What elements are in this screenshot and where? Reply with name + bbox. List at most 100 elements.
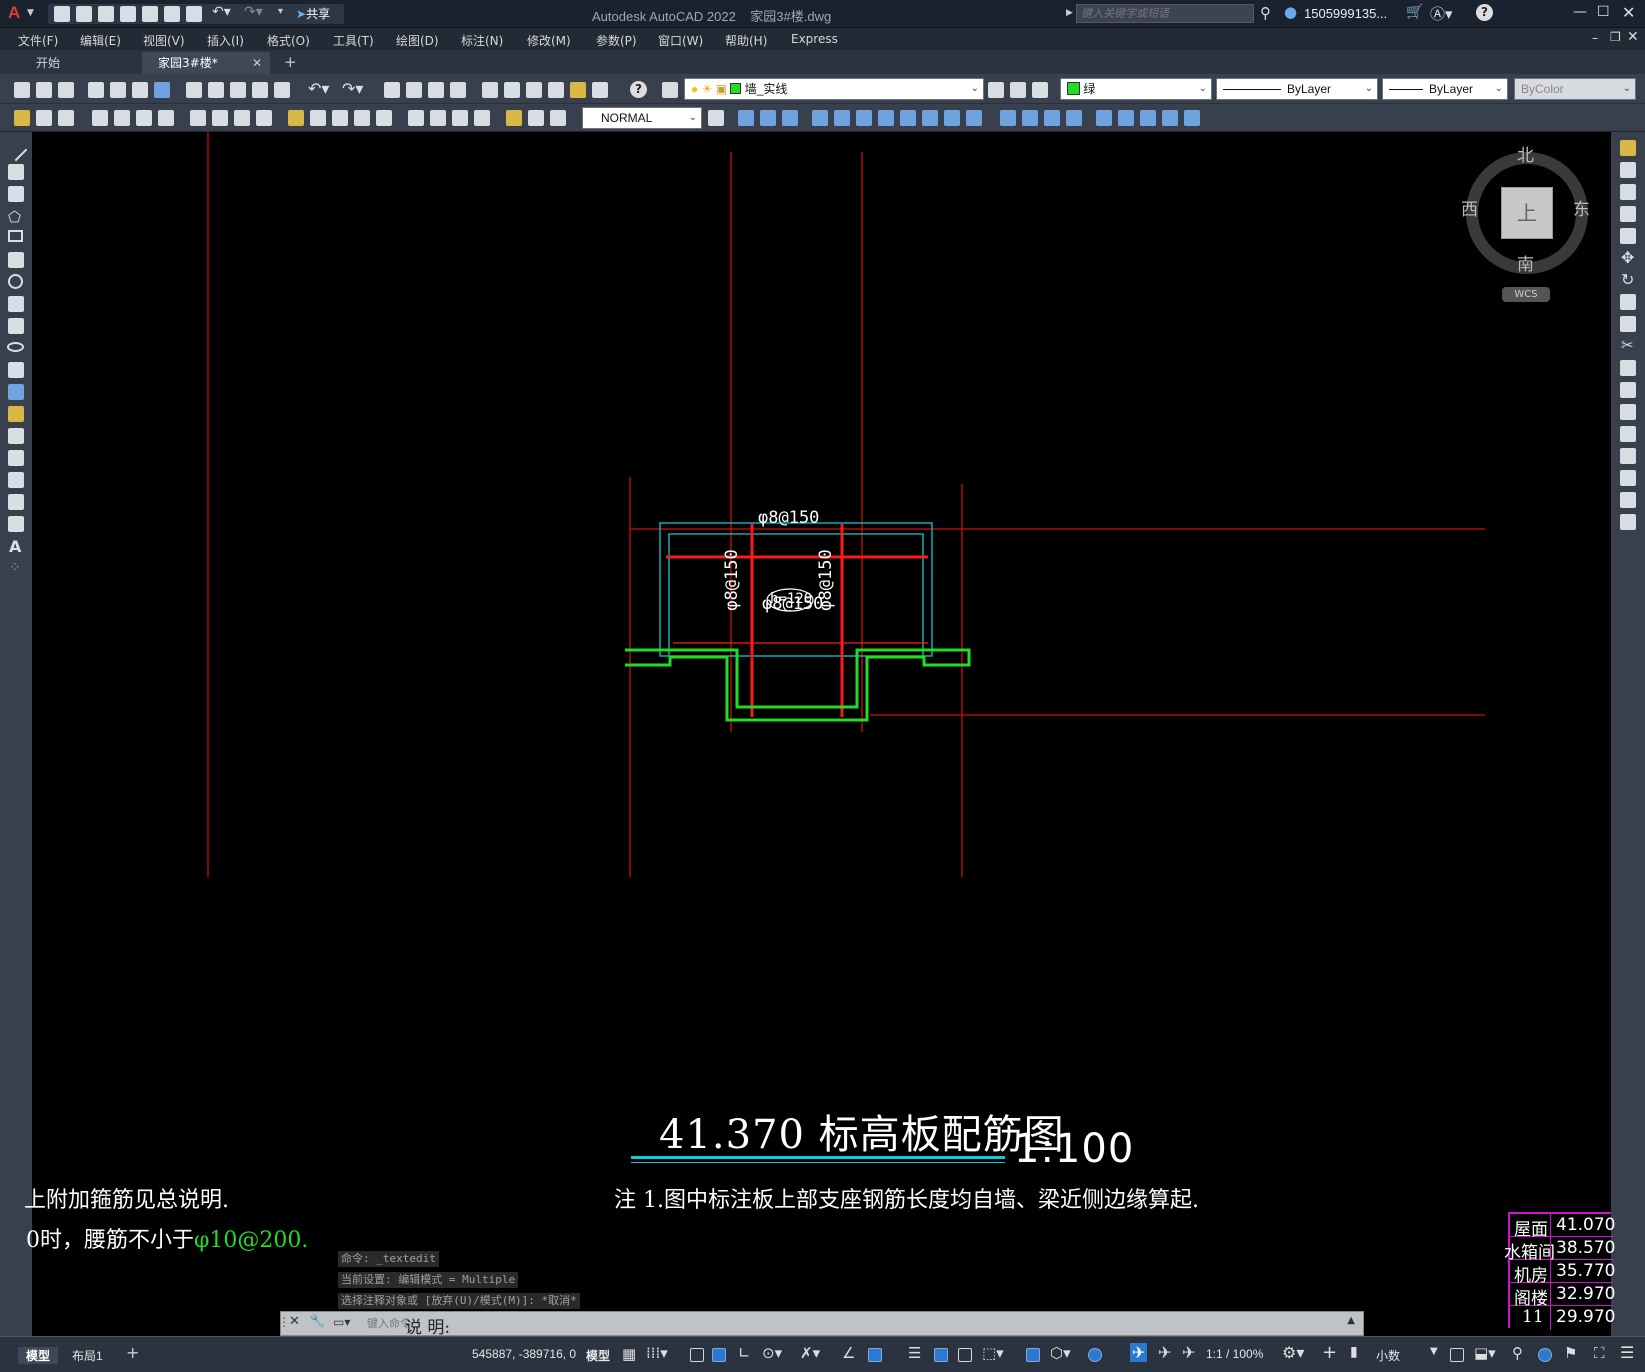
zoom-window-icon[interactable] <box>428 82 444 98</box>
doc-restore-button[interactable]: ❐ <box>1610 30 1621 44</box>
join-icon[interactable] <box>1620 426 1636 442</box>
dim-style-override-icon[interactable] <box>708 110 724 126</box>
publish-icon[interactable] <box>132 82 148 98</box>
coordinates-readout[interactable]: 545887, -389716, 0 <box>472 1347 576 1361</box>
help-icon[interactable]: ? <box>630 81 647 98</box>
help-icon[interactable]: ? <box>1476 4 1493 21</box>
line-icon[interactable] <box>4 138 28 162</box>
wcs-button[interactable]: WCS <box>1502 287 1550 302</box>
isolate-objects-icon[interactable]: ⚲ <box>1512 1344 1523 1362</box>
layer-states-icon[interactable] <box>1032 82 1048 98</box>
explode-icon[interactable] <box>1620 514 1636 530</box>
cut-icon[interactable] <box>186 82 202 98</box>
elevation-table[interactable]: 屋面 41.070 水箱间 38.570 机房 35.770 阁楼 32.970… <box>1504 1212 1615 1330</box>
undo-icon[interactable]: ↶▾ <box>308 79 329 98</box>
tolerance-icon[interactable] <box>408 110 424 126</box>
multiline-text-icon[interactable]: A <box>9 537 21 556</box>
units-icon[interactable]: ▮ <box>1350 1344 1358 1360</box>
layout-tab-layout1[interactable]: 布局1 <box>72 1347 103 1364</box>
layer-freeze-icon[interactable]: ☀ <box>702 82 713 96</box>
center-mark-icon[interactable] <box>430 110 446 126</box>
construction-line-icon[interactable] <box>8 164 24 180</box>
object-snap-icon[interactable] <box>868 1348 882 1362</box>
units-dropdown[interactable]: 小数 <box>1376 1347 1400 1364</box>
section-icon[interactable] <box>1184 110 1200 126</box>
menu-parametric[interactable]: 参数(P) <box>596 32 637 49</box>
make-layer-current-icon[interactable] <box>988 82 1004 98</box>
menu-file[interactable]: 文件(F) <box>18 32 58 49</box>
rectangle-icon[interactable] <box>8 230 23 242</box>
dynamic-ucs-icon[interactable] <box>1026 1348 1040 1362</box>
view-cube-top-face[interactable]: 上 <box>1501 187 1553 239</box>
auto-scale-icon[interactable]: ✈ <box>1158 1343 1171 1362</box>
move-faces-icon[interactable] <box>834 110 850 126</box>
gradient-icon[interactable] <box>8 472 24 488</box>
imprint-icon[interactable] <box>1044 110 1060 126</box>
rebar-label-right[interactable]: φ8@150 <box>816 547 836 613</box>
copy-faces-icon[interactable] <box>944 110 960 126</box>
rebar-label-left[interactable]: φ8@150 <box>722 547 742 613</box>
layer-previous-icon[interactable] <box>1010 82 1026 98</box>
make-block-icon[interactable] <box>8 406 24 422</box>
circle-icon[interactable] <box>8 274 23 289</box>
new-layout-icon[interactable]: + <box>126 1343 139 1362</box>
selection-cycling-icon[interactable] <box>958 1348 972 1362</box>
selection-filter-icon[interactable]: ⬡▾ <box>1050 1344 1071 1362</box>
customization-menu-icon[interactable]: ☰ <box>1620 1343 1634 1362</box>
blend-curves-icon[interactable] <box>1620 492 1636 508</box>
tool-palettes-icon[interactable] <box>526 82 542 98</box>
annotation-scale-icon[interactable]: ✈ <box>1182 1343 1195 1362</box>
3d-print-icon[interactable] <box>154 82 170 98</box>
lineweight-icon[interactable]: ☰ <box>908 1344 921 1362</box>
open-web-icon[interactable] <box>142 6 158 22</box>
left-note-1[interactable]: 上附加箍筋见总说明. <box>24 1182 229 1214</box>
open-icon[interactable] <box>36 82 52 98</box>
ellipse-icon[interactable] <box>7 342 24 352</box>
menu-insert[interactable]: 插入(I) <box>207 32 244 49</box>
match-properties-icon[interactable] <box>252 82 268 98</box>
recent-commands-icon[interactable]: ▭▾ <box>333 1315 350 1329</box>
zoom-previous-icon[interactable] <box>450 82 466 98</box>
layer-dropdown[interactable]: ● ☀ ▣ 墙_实线 ⌄ <box>684 78 984 100</box>
dim-edit-icon[interactable] <box>506 110 522 126</box>
copy-object-icon[interactable] <box>1620 162 1636 178</box>
doc-minimize-button[interactable]: – <box>1592 31 1598 45</box>
share-button[interactable]: ➤共享 <box>296 5 330 22</box>
ordinate-dim-icon[interactable] <box>158 110 174 126</box>
lineweight-dropdown[interactable]: ByLayer ⌄ <box>1382 78 1508 100</box>
menu-edit[interactable]: 编辑(E) <box>80 32 121 49</box>
text-style-icon[interactable] <box>36 110 52 126</box>
menu-help[interactable]: 帮助(H) <box>725 32 767 49</box>
object-snap-tracking-icon[interactable]: ∠ <box>842 1344 855 1362</box>
new-icon[interactable] <box>14 82 30 98</box>
properties-icon[interactable] <box>482 82 498 98</box>
compass-south[interactable]: 南 <box>1517 250 1534 275</box>
search-input[interactable] <box>1076 4 1254 23</box>
extrude-faces-icon[interactable] <box>812 110 828 126</box>
copy-icon[interactable] <box>208 82 224 98</box>
chamfer-icon[interactable] <box>1620 448 1636 464</box>
dim-space-icon[interactable] <box>354 110 370 126</box>
search-expand-icon[interactable]: ▶ <box>1066 8 1073 18</box>
minimize-button[interactable]: — <box>1573 4 1587 20</box>
slab-thickness-label[interactable]: h=120 <box>770 591 812 607</box>
app-menu-arrow-icon[interactable]: ▼ <box>27 8 34 18</box>
linear-dim-icon[interactable] <box>92 110 108 126</box>
stretch-icon[interactable] <box>1620 316 1636 332</box>
snap-icon[interactable]: ⁞⁞⁞▾ <box>646 1344 668 1362</box>
user-icon[interactable]: ● <box>1284 3 1297 21</box>
plot-preview-icon[interactable] <box>110 82 126 98</box>
cart-icon[interactable]: 🛒 <box>1406 4 1423 20</box>
offset-faces-icon[interactable] <box>856 110 872 126</box>
layer-lock-icon[interactable]: ▣ <box>716 82 727 96</box>
polygon-icon[interactable]: ⬠ <box>8 208 21 226</box>
rebar-label-top[interactable]: φ8@150 <box>758 508 819 528</box>
infer-constraints-icon[interactable] <box>690 1348 704 1362</box>
annotation-scale[interactable]: 1:1 / 100% <box>1206 1347 1263 1361</box>
menu-format[interactable]: 格式(O) <box>267 32 310 49</box>
menu-view[interactable]: 视图(V) <box>143 32 185 49</box>
customize-qat-icon[interactable]: ▾ <box>278 6 283 17</box>
left-note-2[interactable]: 0时，腰筋不小于φ10@200. <box>26 1222 308 1254</box>
drawing-canvas[interactable]: φ8@150 φ8@150 φ8@150 φ8@150 h=120 41.370… <box>24 132 1615 1336</box>
menu-draw[interactable]: 绘图(D) <box>396 32 439 49</box>
